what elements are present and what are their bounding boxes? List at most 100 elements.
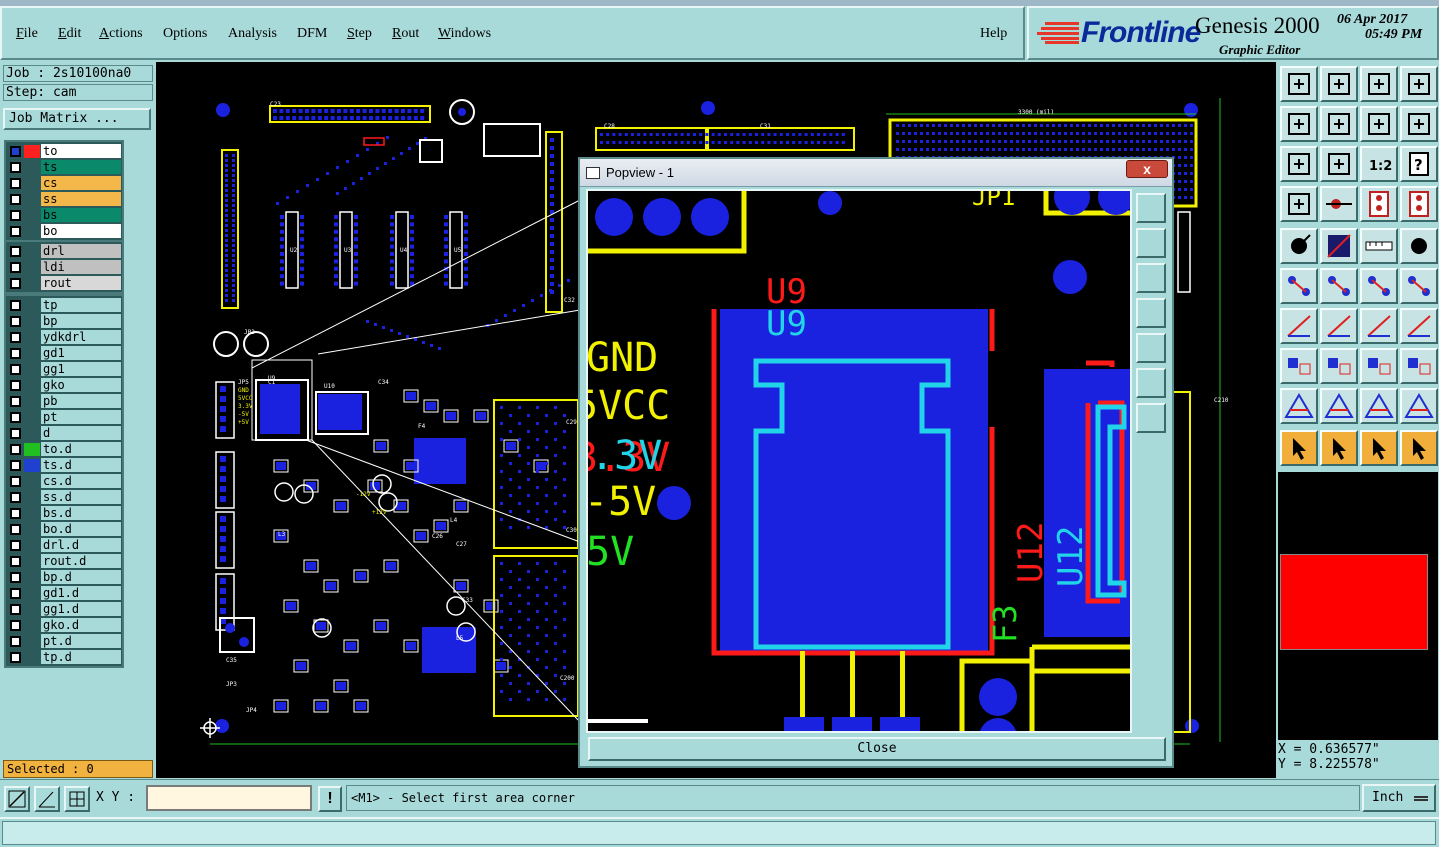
layer-name[interactable]: ldi (41, 260, 121, 274)
layer-name[interactable]: gd1.d (41, 586, 121, 600)
cursor-c-button[interactable] (1360, 430, 1398, 466)
layers-top-button[interactable] (1360, 186, 1398, 222)
layer-color-swatch[interactable] (24, 363, 40, 376)
scale-1-2-button[interactable]: 1:2 (1360, 146, 1398, 182)
layer-row-d[interactable]: d (7, 425, 121, 441)
layer-row-cs[interactable]: cs (7, 175, 121, 191)
popview-close-icon[interactable]: x (1126, 160, 1168, 178)
overview-window-box[interactable] (1280, 554, 1428, 650)
rotate-button[interactable] (1360, 308, 1398, 344)
layer-checkbox[interactable] (10, 332, 21, 343)
layer-name[interactable]: bs.d (41, 506, 121, 520)
layer-name[interactable]: to (41, 144, 121, 158)
pv-pan-up-button[interactable] (1136, 228, 1166, 258)
query-help-button[interactable]: ? (1400, 146, 1438, 182)
layer-name[interactable]: drl (41, 244, 121, 258)
layer-row-pb[interactable]: pb (7, 393, 121, 409)
layer-name[interactable]: drl.d (41, 538, 121, 552)
layer-name[interactable]: to.d (41, 442, 121, 456)
layer-row-cs-d[interactable]: cs.d (7, 473, 121, 489)
layer-color-swatch[interactable] (24, 539, 40, 552)
layer-name[interactable]: ts (41, 160, 121, 174)
pv-pan-left-button[interactable] (1136, 298, 1166, 328)
layer-row-drl[interactable]: drl (7, 243, 121, 259)
layer-checkbox[interactable] (10, 652, 21, 663)
layer-color-swatch[interactable] (24, 555, 40, 568)
layer-row-pt[interactable]: pt (7, 409, 121, 425)
layer-row-rout-d[interactable]: rout.d (7, 553, 121, 569)
popview-titlebar[interactable]: Popview - 1 x (580, 159, 1172, 187)
menu-analysis[interactable]: Analysis (228, 26, 277, 42)
snap-mode-button[interactable] (4, 786, 30, 812)
layer-row-rout[interactable]: rout (7, 275, 121, 291)
layer-name[interactable]: gg1 (41, 362, 121, 376)
triangle-a-button[interactable] (1280, 388, 1318, 424)
layers-bottom-button[interactable] (1400, 186, 1438, 222)
layer-row-ts-d[interactable]: ts.d (7, 457, 121, 473)
layer-color-swatch[interactable] (24, 587, 40, 600)
pv-pan-right-button[interactable] (1136, 333, 1166, 363)
layer-checkbox[interactable] (10, 460, 21, 471)
layer-name[interactable]: gko.d (41, 618, 121, 632)
layer-checkbox[interactable] (10, 226, 21, 237)
layer-color-swatch[interactable] (24, 619, 40, 632)
layer-name[interactable]: pt (41, 410, 121, 424)
layer-row-bs-d[interactable]: bs.d (7, 505, 121, 521)
layer-row-gko-d[interactable]: gko.d (7, 617, 121, 633)
layer-color-swatch[interactable] (24, 209, 40, 222)
layer-row-tp[interactable]: tp (7, 297, 121, 313)
xy-input[interactable] (146, 785, 312, 811)
layer-row-pt-d[interactable]: pt.d (7, 633, 121, 649)
alert-button[interactable]: ! (318, 786, 342, 812)
layer-name[interactable]: pb (41, 394, 121, 408)
draw-arc-button[interactable] (1320, 308, 1358, 344)
layer-color-swatch[interactable] (24, 475, 40, 488)
layer-row-gg1-d[interactable]: gg1.d (7, 601, 121, 617)
layer-color-swatch[interactable] (24, 299, 40, 312)
layer-row-bo-d[interactable]: bo.d (7, 521, 121, 537)
pv-pan-down-button[interactable] (1136, 263, 1166, 293)
layer-color-swatch[interactable] (24, 245, 40, 258)
layer-row-ss[interactable]: ss (7, 191, 121, 207)
layer-row-gd1[interactable]: gd1 (7, 345, 121, 361)
layer-color-swatch[interactable] (24, 277, 40, 290)
layer-color-swatch[interactable] (24, 635, 40, 648)
pan-left-button[interactable] (1280, 106, 1318, 142)
layer-name[interactable]: gko (41, 378, 121, 392)
layer-checkbox[interactable] (10, 620, 21, 631)
graphic-control-button[interactable] (1280, 186, 1318, 222)
layer-name[interactable]: bp.d (41, 570, 121, 584)
layer-color-swatch[interactable] (24, 177, 40, 190)
pan-right-button[interactable] (1320, 106, 1358, 142)
connect-nodes-button[interactable] (1280, 268, 1318, 304)
layer-checkbox[interactable] (10, 428, 21, 439)
layer-name[interactable]: tp.d (41, 650, 121, 664)
layer-name[interactable]: ss.d (41, 490, 121, 504)
cursor-d-button[interactable] (1400, 430, 1438, 466)
menu-actions[interactable]: Actions (99, 26, 143, 42)
menu-file[interactable]: File (16, 26, 38, 42)
cursor-b-button[interactable] (1320, 430, 1358, 466)
triangle-b-button[interactable] (1320, 388, 1358, 424)
layer-checkbox[interactable] (10, 348, 21, 359)
layer-row-ts[interactable]: ts (7, 159, 121, 175)
zoom-fit-button[interactable] (1280, 146, 1318, 182)
layer-checkbox[interactable] (10, 210, 21, 221)
resize-box-button[interactable] (1360, 348, 1398, 384)
layer-checkbox[interactable] (10, 572, 21, 583)
cross-delete-button[interactable] (1320, 268, 1358, 304)
layer-checkbox[interactable] (10, 178, 21, 189)
layer-row-to[interactable]: to (7, 143, 121, 159)
layer-color-swatch[interactable] (24, 331, 40, 344)
pan-up-button[interactable] (1280, 66, 1318, 102)
layer-color-swatch[interactable] (24, 507, 40, 520)
layer-checkbox[interactable] (10, 246, 21, 257)
layer-row-bp[interactable]: bp (7, 313, 121, 329)
line-slash-button[interactable] (1320, 228, 1358, 264)
layer-checkbox[interactable] (10, 364, 21, 375)
layer-checkbox[interactable] (10, 524, 21, 535)
layer-color-swatch[interactable] (24, 379, 40, 392)
layer-name[interactable]: ts.d (41, 458, 121, 472)
layer-color-swatch[interactable] (24, 427, 40, 440)
layer-row-bo[interactable]: bo (7, 223, 121, 239)
